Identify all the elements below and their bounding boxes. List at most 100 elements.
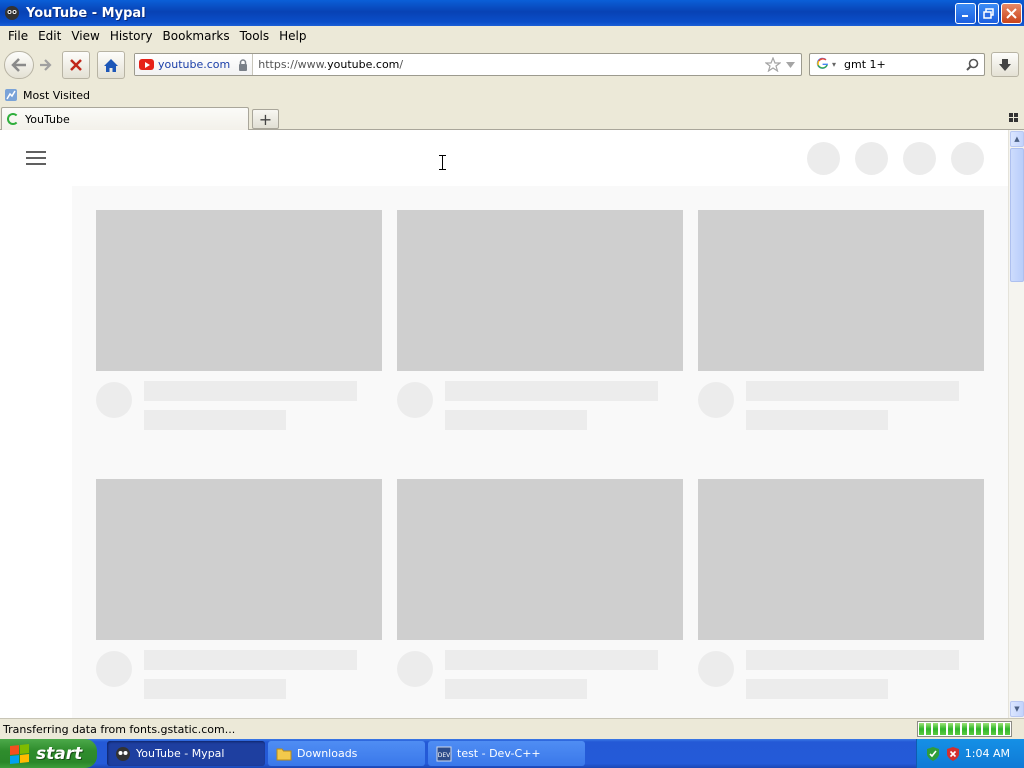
home-icon xyxy=(104,58,118,72)
menu-tools[interactable]: Tools xyxy=(240,29,270,43)
progress-segment xyxy=(990,723,996,735)
windows-logo-icon xyxy=(10,743,30,764)
back-arrow-icon xyxy=(11,58,26,72)
start-label: start xyxy=(36,743,83,764)
tab-label: YouTube xyxy=(25,112,70,126)
search-bar[interactable]: ▾ gmt 1+ xyxy=(809,53,985,76)
header-placeholder-circle xyxy=(855,142,888,175)
video-card-placeholder xyxy=(397,479,683,699)
clock: 1:04 AM xyxy=(964,747,1010,760)
video-card-placeholder xyxy=(397,210,683,430)
progress-segment xyxy=(954,723,960,735)
downloads-button[interactable] xyxy=(991,52,1019,77)
status-bar: Transferring data from fonts.gstatic.com… xyxy=(0,718,1024,739)
minimize-icon xyxy=(962,15,968,17)
windows-taskbar: start YouTube - Mypal Downloads DEV test… xyxy=(0,739,1024,768)
window-title: YouTube - Mypal xyxy=(26,5,146,21)
url-dropdown-icon[interactable] xyxy=(786,61,795,68)
minimize-button[interactable] xyxy=(955,3,976,24)
menu-bar: File Edit View History Bookmarks Tools H… xyxy=(0,26,1024,46)
bookmark-star-icon[interactable] xyxy=(765,57,781,72)
stop-button[interactable] xyxy=(62,51,90,79)
meta-placeholder xyxy=(746,679,888,699)
taskbar-item-downloads[interactable]: Downloads xyxy=(268,741,425,766)
progress-segment xyxy=(940,723,946,735)
start-button[interactable]: start xyxy=(0,739,97,768)
google-icon[interactable] xyxy=(816,57,829,73)
thumbnail-placeholder xyxy=(698,479,984,640)
scroll-up-button[interactable]: ▲ xyxy=(1010,131,1024,147)
window-titlebar[interactable]: YouTube - Mypal xyxy=(0,0,1024,26)
vertical-scrollbar[interactable]: ▲ ▼ xyxy=(1008,130,1024,718)
stop-icon xyxy=(70,59,82,71)
back-button[interactable] xyxy=(4,51,34,79)
svg-text:DEV: DEV xyxy=(438,752,451,759)
restore-icon xyxy=(983,8,994,19)
meta-placeholder xyxy=(445,679,587,699)
title-placeholder xyxy=(746,650,959,670)
search-engine-dropdown-icon[interactable]: ▾ xyxy=(832,60,836,69)
progress-segment xyxy=(1004,723,1011,735)
menu-edit[interactable]: Edit xyxy=(38,29,61,43)
folder-icon xyxy=(276,746,292,762)
close-button[interactable] xyxy=(1001,3,1022,24)
download-arrow-icon xyxy=(999,58,1011,71)
tab-strip: YouTube + xyxy=(0,106,1024,130)
youtube-favicon-icon xyxy=(139,59,154,70)
thumbnail-placeholder xyxy=(698,210,984,371)
progress-segment xyxy=(969,723,975,735)
scrollbar-thumb[interactable] xyxy=(1010,148,1024,282)
thumbnail-placeholder xyxy=(96,479,382,640)
site-identity-domain: youtube.com xyxy=(158,58,231,71)
page-content xyxy=(0,130,1008,718)
video-feed xyxy=(72,186,1008,718)
taskbar-item-devcpp[interactable]: DEV test - Dev-C++ xyxy=(428,741,585,766)
hamburger-menu-icon[interactable] xyxy=(26,151,46,165)
url-prefix: https://www. xyxy=(258,58,328,71)
tab-list-icon[interactable] xyxy=(1009,113,1018,122)
thumbnail-placeholder xyxy=(397,479,683,640)
network-shield-icon[interactable] xyxy=(925,746,941,762)
url-bar[interactable]: youtube.com https://www.youtube.com/ xyxy=(134,53,802,76)
header-placeholder-circle xyxy=(807,142,840,175)
meta-placeholder xyxy=(445,410,587,430)
menu-history[interactable]: History xyxy=(110,29,153,43)
menu-view[interactable]: View xyxy=(71,29,99,43)
url-suffix: / xyxy=(399,58,404,71)
search-input[interactable]: gmt 1+ xyxy=(844,58,966,71)
title-placeholder xyxy=(144,650,357,670)
home-button[interactable] xyxy=(97,51,125,79)
most-visited-folder-icon xyxy=(5,89,17,101)
loading-progress-bar xyxy=(917,721,1012,737)
loading-spinner-icon xyxy=(7,113,19,125)
devcpp-icon: DEV xyxy=(436,746,452,762)
bookmark-most-visited[interactable]: Most Visited xyxy=(23,89,90,102)
site-identity-button[interactable]: youtube.com xyxy=(135,54,254,75)
video-card-placeholder xyxy=(96,479,382,699)
maximize-button[interactable] xyxy=(978,3,999,24)
menu-bookmarks[interactable]: Bookmarks xyxy=(163,29,230,43)
tab-youtube[interactable]: YouTube xyxy=(1,107,249,130)
search-icon[interactable] xyxy=(966,58,979,71)
taskbar-item-mypal[interactable]: YouTube - Mypal xyxy=(107,741,265,766)
security-alert-icon[interactable] xyxy=(945,746,961,762)
url-text[interactable]: https://www.youtube.com/ xyxy=(258,58,765,71)
menu-help[interactable]: Help xyxy=(279,29,306,43)
thumbnail-placeholder xyxy=(397,210,683,371)
header-placeholder-circle xyxy=(903,142,936,175)
progress-segment xyxy=(961,723,968,735)
progress-segment xyxy=(997,723,1003,735)
bookmarks-toolbar: Most Visited xyxy=(0,84,1024,106)
menu-file[interactable]: File xyxy=(8,29,28,43)
url-domain: youtube.com xyxy=(327,58,400,71)
forward-arrow-icon xyxy=(39,59,52,71)
avatar-placeholder xyxy=(96,382,132,418)
video-card-placeholder xyxy=(698,210,984,430)
taskbar-item-label: test - Dev-C++ xyxy=(457,747,541,760)
text-cursor-icon xyxy=(439,155,446,170)
new-tab-button[interactable]: + xyxy=(252,109,279,129)
title-placeholder xyxy=(445,381,658,401)
forward-button[interactable] xyxy=(34,51,56,79)
taskbar-item-label: Downloads xyxy=(297,747,358,760)
scroll-down-button[interactable]: ▼ xyxy=(1010,701,1024,717)
